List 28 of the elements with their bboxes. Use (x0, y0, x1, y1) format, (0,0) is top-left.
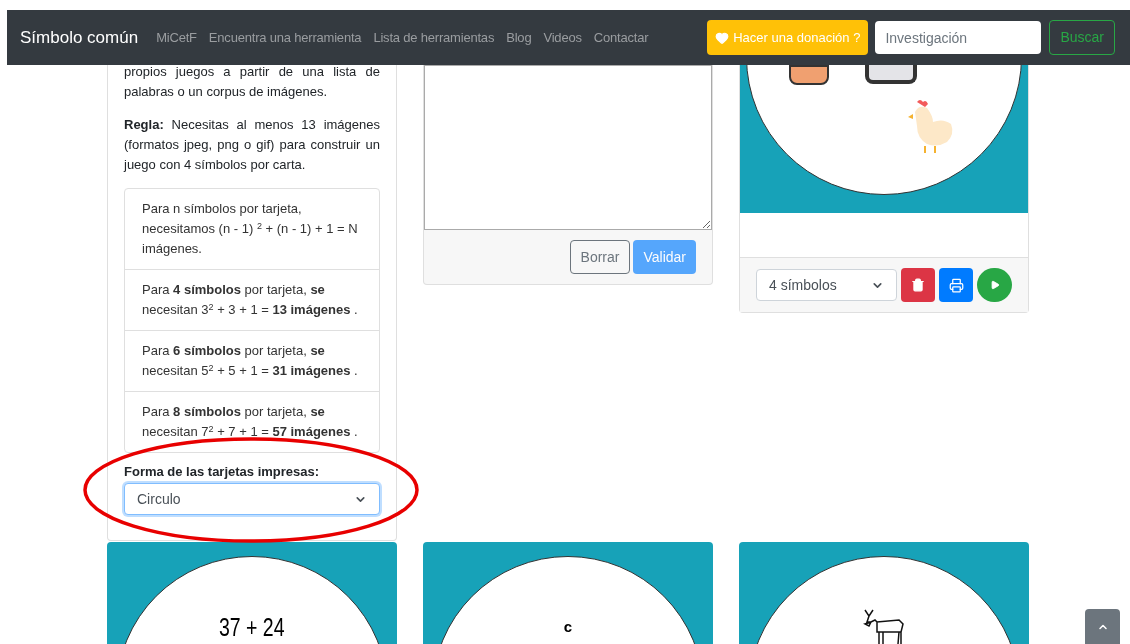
delete-button[interactable] (901, 268, 935, 302)
play-button[interactable] (977, 268, 1012, 302)
action-button[interactable]: Borrar (569, 240, 631, 274)
print-button[interactable] (939, 268, 973, 302)
nav-link[interactable]: Encuentra una herramienta (208, 27, 362, 48)
brand-link[interactable]: Símbolo común (20, 24, 139, 51)
rule-item: Para 6 símbolos por tarjeta, se necesitan 5$^{2}$ + 5 + 1 = 31 imágenes . (125, 330, 379, 391)
rule-item: Para 8 símbolos por tarjeta, se necesitan 7$^{2}$ + 7 + 1 = 57 imágenes . (125, 391, 379, 452)
card-symbol-letter: c (563, 616, 573, 637)
search-field[interactable]: Investigación (875, 21, 1042, 54)
heart-icon (715, 30, 730, 45)
nav-link[interactable]: Blog (506, 27, 532, 48)
shape-label: Forma de las tarjetas impresas: (124, 463, 321, 481)
trash-icon (911, 278, 925, 292)
nav-link[interactable]: Videos (543, 27, 582, 48)
symbols-select[interactable]: 4 símbolos (756, 269, 897, 301)
intro-paragraph: propios juegos a partir de una lista de palabras o un corpus de imágenes. (124, 65, 380, 101)
rule-paragraph: Regla: Necesitas al menos 13 imágenes (formatos jpeg, png o gif) para construir un juego con 4 símbolos por carta. (124, 116, 380, 174)
play-icon (989, 280, 1000, 290)
card-symbol-text: 37 + 24 (219, 610, 285, 644)
nav-link[interactable]: Lista de herramientas (373, 27, 495, 48)
nav-link[interactable]: MiCetF (156, 27, 197, 48)
rule-item: Para 4 símbolos por tarjeta, se necesitan 3$^{2}$ + 3 + 1 = 13 imágenes . (125, 269, 379, 330)
shape-select[interactable]: Circulo (124, 483, 380, 515)
nav-link[interactable]: Contactar (593, 27, 649, 48)
printer-icon (948, 277, 964, 293)
rule-item: Para n símbolos por tarjeta, necesitamos (n - 1) $^{2}$ + (n - 1) + 1 = N imágenes. (141, 200, 359, 258)
search-button[interactable]: Buscar (1049, 20, 1115, 55)
